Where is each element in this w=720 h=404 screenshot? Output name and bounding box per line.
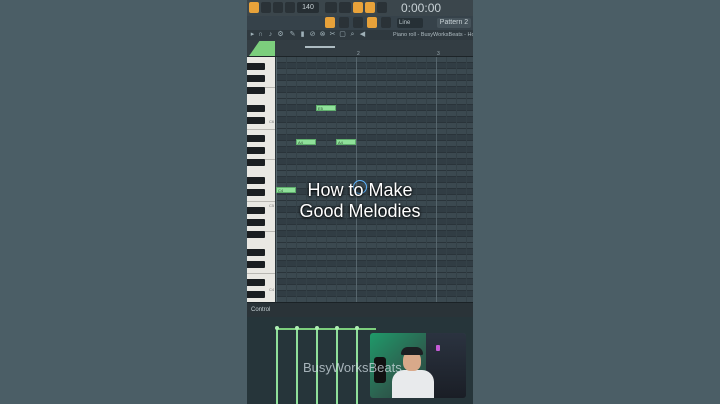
velocity-handle[interactable] <box>335 326 339 330</box>
piano-roll-title: Piano roll - BusyWorksBeats - Ho <box>393 32 473 38</box>
velocity-handle[interactable] <box>275 326 279 330</box>
black-key[interactable] <box>247 159 265 166</box>
delete-icon[interactable]: ⊘ <box>309 31 316 38</box>
channel-watermark: BusyWorksBeats <box>303 360 402 375</box>
pencil-icon[interactable]: ✎ <box>289 31 296 38</box>
black-key[interactable] <box>247 117 265 124</box>
caption-line-1: How to Make <box>307 180 413 200</box>
loop-record-icon[interactable] <box>377 2 387 13</box>
velocity-handle[interactable] <box>355 326 359 330</box>
blend-icon[interactable] <box>365 2 375 13</box>
metronome-icon[interactable] <box>325 2 337 13</box>
menu-icon[interactable] <box>249 2 259 13</box>
webcam-light <box>436 345 440 351</box>
black-key[interactable] <box>247 291 265 298</box>
event-editor-header: Control <box>247 302 473 318</box>
note[interactable]: A4 <box>296 139 316 145</box>
select-icon[interactable]: ▢ <box>339 31 346 38</box>
black-key[interactable] <box>247 261 265 268</box>
black-key[interactable] <box>247 63 265 70</box>
record-icon[interactable] <box>285 2 295 13</box>
black-key[interactable] <box>247 135 265 142</box>
options-arrow-icon[interactable]: ▸ <box>249 31 256 38</box>
stage: 140 0:00:00 Line Pattern 2 ▸ ∩ ♪ ⚙ ✎ ▮ ⊘… <box>0 0 720 404</box>
velocity-bar[interactable] <box>296 328 298 404</box>
left-backdrop <box>0 0 247 404</box>
countdown-icon[interactable] <box>353 2 363 13</box>
magnet-icon[interactable]: ∩ <box>257 31 264 38</box>
black-key[interactable] <box>247 147 265 154</box>
velocity-bar[interactable] <box>276 328 278 404</box>
velocity-handle[interactable] <box>295 326 299 330</box>
time-display: 0:00:00 <box>401 1 442 15</box>
playback-icon[interactable]: ◀ <box>359 31 366 38</box>
black-key[interactable] <box>247 105 265 112</box>
note[interactable]: E5 <box>316 105 336 111</box>
key-label: C4 <box>269 287 275 292</box>
velocity-line <box>276 328 376 330</box>
paint-icon[interactable]: ▮ <box>299 31 306 38</box>
stamp-icon[interactable]: ♪ <box>267 31 274 38</box>
play-icon[interactable] <box>261 2 271 13</box>
mute-icon[interactable]: ⊗ <box>319 31 326 38</box>
black-key[interactable] <box>247 177 265 184</box>
slice-icon[interactable]: ✂ <box>329 31 336 38</box>
main-toolbar: Line Pattern 2 <box>247 16 473 31</box>
arrow-icon[interactable] <box>339 17 349 28</box>
black-key[interactable] <box>247 207 265 214</box>
presenter-cap <box>401 347 423 355</box>
black-key[interactable] <box>247 231 265 238</box>
black-key[interactable] <box>247 189 265 196</box>
caption-line-2: Good Melodies <box>299 201 421 221</box>
black-key[interactable] <box>247 219 265 226</box>
timeline-ruler[interactable]: 2 3 <box>247 40 473 57</box>
control-select[interactable]: Control <box>251 303 270 317</box>
time-marker <box>249 41 275 56</box>
grid-beat-line <box>456 57 457 302</box>
tempo-display[interactable]: 140 <box>297 2 319 13</box>
wait-icon[interactable] <box>339 2 351 13</box>
grid-beat-line <box>466 57 467 302</box>
black-key[interactable] <box>247 249 265 256</box>
gear-icon[interactable]: ⚙ <box>277 31 284 38</box>
piano-roll-icon[interactable] <box>325 17 335 28</box>
white-key-divider <box>247 129 275 130</box>
velocity-handle[interactable] <box>315 326 319 330</box>
key-label: C6 <box>269 119 275 124</box>
magnet-icon[interactable] <box>381 17 391 28</box>
loop-range[interactable] <box>305 46 335 48</box>
black-key[interactable] <box>247 75 265 82</box>
brush-icon[interactable] <box>367 17 377 28</box>
snap-select[interactable]: Line <box>397 18 423 28</box>
white-key-divider <box>247 273 275 274</box>
pattern-select[interactable]: Pattern 2 <box>437 18 471 28</box>
black-key[interactable] <box>247 279 265 286</box>
zoom-icon[interactable]: ⌕ <box>349 31 356 38</box>
transport-toolbar: 140 0:00:00 <box>247 0 473 17</box>
black-key[interactable] <box>247 87 265 94</box>
video-caption: How to Make Good Melodies <box>270 180 450 222</box>
pencil-icon[interactable] <box>353 17 363 28</box>
right-backdrop <box>473 0 720 404</box>
note[interactable]: A4 <box>336 139 356 145</box>
stop-icon[interactable] <box>273 2 283 13</box>
